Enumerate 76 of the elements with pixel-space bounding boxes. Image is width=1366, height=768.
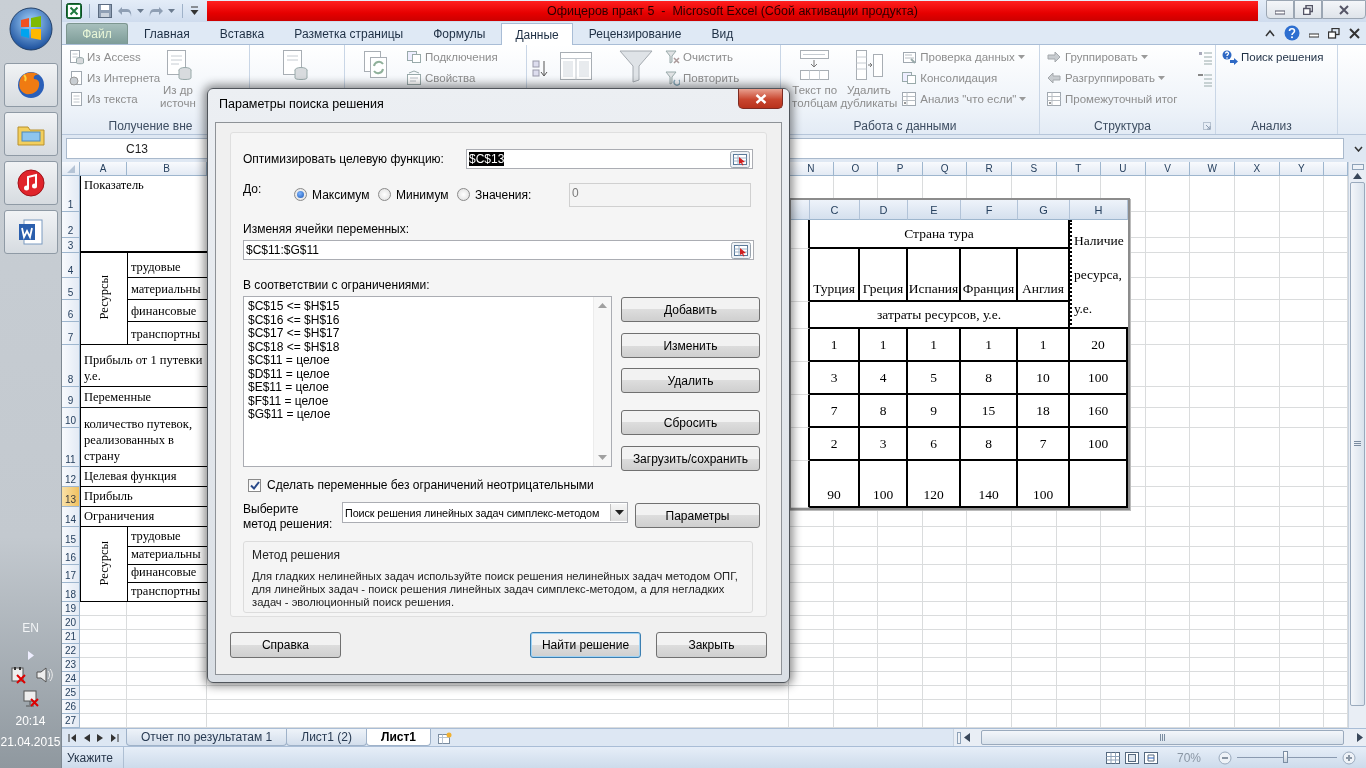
- table-cell: 2: [810, 428, 860, 461]
- cell: Ресурсы: [96, 540, 112, 586]
- table-cell: 100: [1018, 461, 1070, 508]
- cell: Целевая функция: [80, 467, 207, 487]
- table-cell: 1: [810, 329, 860, 362]
- cell: Прибыль от 1 путевки у.е.: [80, 345, 207, 387]
- cell: финансовые: [127, 565, 207, 583]
- table-cell: 9: [908, 395, 961, 428]
- table-cell: 7: [1018, 428, 1070, 461]
- column-header: E: [908, 200, 961, 220]
- table-cell: 20: [1070, 329, 1128, 362]
- table-cell: 8: [961, 428, 1018, 461]
- table-cell: Испания: [908, 249, 961, 302]
- table-cell: 8: [961, 362, 1018, 395]
- field-label: Оптимизировать целевую функцию:: [243, 152, 445, 166]
- table-cell: 1: [961, 329, 1018, 362]
- cell: трудовые: [127, 527, 207, 547]
- field-label: До:: [243, 182, 263, 196]
- cell: Переменные: [80, 387, 207, 408]
- table-cell: 120: [908, 461, 961, 508]
- table-cell: 15: [961, 395, 1018, 428]
- clock-time: 20:14: [15, 714, 46, 729]
- cell: финансовые: [127, 300, 207, 322]
- column-header: G: [1018, 200, 1070, 220]
- panel-title: Метод решения: [252, 548, 341, 562]
- table-cell: 5: [908, 362, 961, 395]
- cell: трудовые: [127, 253, 207, 278]
- table-cell: Страна тура: [810, 220, 1070, 249]
- table-cell: 4: [860, 362, 908, 395]
- table-cell: 3: [810, 362, 860, 395]
- table-cell: 1: [908, 329, 961, 362]
- field-label: Изменяя ячейки переменных:: [243, 222, 411, 236]
- table-cell: 8: [860, 395, 908, 428]
- table-cell: затраты ресурсов, у.е.: [810, 302, 1070, 329]
- table-cell: 100: [1070, 362, 1128, 395]
- table-cell: 160: [1070, 395, 1128, 428]
- table-cell: 100: [860, 461, 908, 508]
- group-label: Анализ: [1250, 119, 1293, 134]
- column-header: F: [961, 200, 1018, 220]
- table-cell: Греция: [860, 249, 908, 302]
- table-cell: 10: [1018, 362, 1070, 395]
- panel-text: Для гладких нелинейных задач используйте поиск решения нелинейных задач методом ОПГ, для линейных задач - поиск решения линейных задач симплекс-методом, а для негладких задач - эволюционный поиск решения.: [252, 570, 739, 609]
- clock-date: 21.04.2015: [0, 735, 61, 750]
- cell: Прибыль: [80, 487, 207, 507]
- table-cell: 1: [1018, 329, 1070, 362]
- status-mode: Укажите: [62, 747, 125, 768]
- cell: Ограничения: [80, 507, 207, 527]
- cell: материальны: [127, 547, 207, 565]
- table-cell: 1: [860, 329, 908, 362]
- table-cell: Франция: [961, 249, 1018, 302]
- column-header: D: [860, 200, 908, 220]
- table-cell: 18: [1018, 395, 1070, 428]
- group-label: Получение вне: [107, 119, 194, 134]
- field-label: В соответствии с ограничениями:: [243, 278, 431, 292]
- table-cell: 100: [1070, 428, 1128, 461]
- cell: материальны: [127, 278, 207, 300]
- table-cell: 3: [860, 428, 908, 461]
- group-label: Работа с данными: [852, 119, 958, 134]
- table-cell: Наличие ресурса, у.е.: [1070, 220, 1128, 329]
- dialog-title: Параметры поиска решения: [219, 97, 384, 111]
- table-cell: 140: [961, 461, 1018, 508]
- table-cell: Англия: [1018, 249, 1070, 302]
- column-header: C: [810, 200, 860, 220]
- cell: транспортны: [127, 583, 207, 602]
- group-label: Структура: [1093, 119, 1152, 134]
- field-label: Выберите метод решения:: [243, 502, 334, 532]
- cell: Ресурсы: [96, 275, 112, 320]
- window-title: Офицеров практ 5 - Microsoft Excel (Сбой активации продукта): [207, 1, 1258, 21]
- table-cell: Турция: [810, 249, 860, 302]
- cell: количество путевок, реализованных в страну: [80, 408, 207, 467]
- cell: Показатель: [80, 176, 207, 253]
- column-header: H: [1070, 200, 1128, 220]
- table-cell: 90: [810, 461, 860, 508]
- cell: транспортны: [127, 322, 207, 345]
- table-cell: 7: [810, 395, 860, 428]
- table-cell: 6: [908, 428, 961, 461]
